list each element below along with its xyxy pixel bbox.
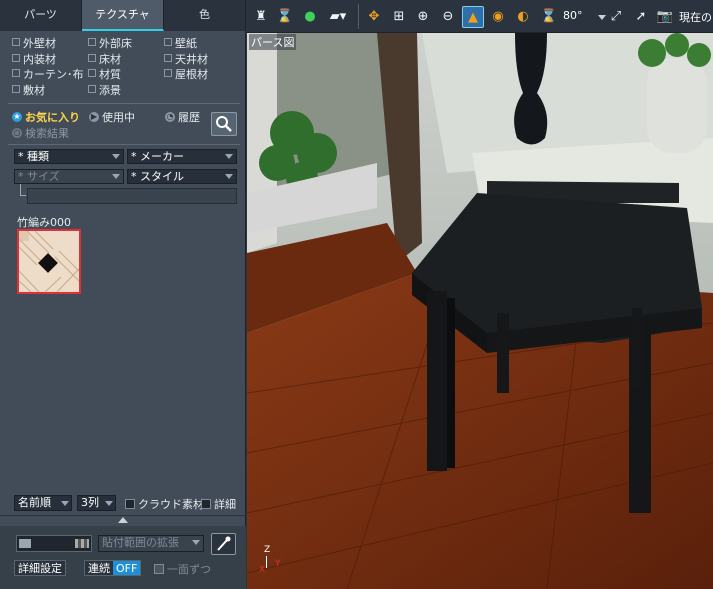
divider [8,144,240,145]
continuous-toggle[interactable]: 連続 OFF [84,560,142,576]
display-mode-icon[interactable]: ▰▾ [324,6,352,28]
category-exterior-wall[interactable]: 外壁材 [12,37,88,52]
category-ceiling[interactable]: 天井材 [164,53,240,68]
type-select[interactable]: * 種類 [14,149,124,164]
category-roof[interactable]: 屋根材 [164,68,240,83]
play-icon: ▶ [89,112,99,122]
search-button[interactable] [211,112,237,136]
current-view-label: 現在の [679,11,712,24]
category-exterior-floor[interactable]: 外部床 [88,37,164,52]
maker-select[interactable]: * メーカー [127,149,237,164]
category-wallpaper[interactable]: 壁紙 [164,37,240,52]
axis-z-line [266,556,267,568]
divider [8,103,240,104]
fov-icon[interactable]: ⌛ [537,6,561,28]
filter-favorites-label: お気に入り [25,111,80,124]
detail-check[interactable]: 詳細 [201,496,236,512]
category-list: 外壁材 外部床 壁紙 内装材 床材 天井材 カーテン･布 材質 屋根材 敷材 添… [12,37,240,98]
checker-icon [75,539,89,548]
category-accessory[interactable]: 添景 [88,84,164,99]
zoom-out-icon[interactable]: ⊖ [437,6,459,28]
filter-history-label: 履歴 [178,111,200,124]
separator [358,4,359,29]
checkbox [125,499,135,509]
search-text-field[interactable] [27,188,237,204]
cloud-material-check[interactable]: クラウド素材 [125,496,204,512]
move-icon[interactable]: ✥ [363,6,385,28]
continuous-state: OFF [113,561,141,575]
axis-x-label: X [259,565,266,575]
camera-icon[interactable]: 📷 [654,6,676,28]
style-select[interactable]: * スタイル [127,169,237,184]
view-toolbar: ♜ ⌛ ● ▰▾ ✥ ⊞ ⊕ ⊖ ▲ ◉ ◐ ⌛ 80° ⤢ ➚ 📷 現在の [247,0,713,33]
filter-search-results[interactable]: ○ 検索結果 [12,125,69,141]
hourglass-icon[interactable]: ⌛ [274,6,296,28]
cloud-material-label: クラウド素材 [138,498,204,511]
perspective-viewport[interactable]: パース図 Z X Y [247,33,713,589]
tab-texture[interactable]: テクスチャ [82,0,164,31]
one-side-check[interactable]: 一面ずつ [154,561,211,577]
lamp-icon[interactable]: ♜ [250,6,272,28]
category-material[interactable]: 材質 [88,68,164,83]
select-cursor-icon[interactable]: ➚ [630,6,652,28]
eyedropper-button[interactable] [211,533,236,555]
history-icon: ◔ [165,112,175,122]
filter-in-use[interactable]: ▶ 使用中 [89,109,135,125]
category-flooring[interactable]: 床材 [88,53,164,68]
detail-settings-button[interactable]: 詳細設定 [14,560,66,576]
panel-tabs: パーツ テクスチャ 色 [0,0,246,31]
eyedropper-icon [217,536,231,551]
search-small-icon: ○ [12,128,22,138]
zoom-window-icon[interactable]: ⊞ [388,6,410,28]
axis-y-label: Y [275,559,281,569]
texture-thumbnail[interactable] [17,229,81,294]
orbit-icon[interactable]: ◉ [487,6,509,28]
magnifier-icon [216,116,232,132]
continuous-label: 連続 [88,562,110,575]
category-interior[interactable]: 内装材 [12,53,88,68]
walk-icon[interactable]: ▲ [462,6,484,28]
filter-in-use-label: 使用中 [102,111,135,124]
zoom-in-icon[interactable]: ⊕ [412,6,434,28]
rotate-icon[interactable]: ◐ [512,6,534,28]
paint-icon[interactable]: ● [299,6,321,28]
category-paving[interactable]: 敷材 [12,84,88,99]
detail-check-label: 詳細 [214,498,236,511]
filter-favorites[interactable]: ★ お気に入り [12,109,80,125]
collapse-arrow-icon[interactable] [118,517,128,523]
fullscreen-icon[interactable]: ⤢ [605,6,627,28]
fov-value[interactable]: 80° [563,9,597,25]
filter-history[interactable]: ◔ 履歴 [165,109,200,125]
sort-select[interactable]: 名前順 [14,495,72,511]
tab-parts[interactable]: パーツ [0,0,82,31]
opacity-slider[interactable] [16,535,92,552]
one-side-label: 一面ずつ [167,563,211,576]
category-curtain[interactable]: カーテン･布 [12,68,88,83]
axis-gizmo: Z X Y [259,545,289,575]
divider [0,515,246,516]
thumbnail-title: 竹編み000 [17,216,71,229]
texture-range-select[interactable]: 貼付範囲の拡張 [98,535,204,552]
star-icon: ★ [12,112,22,122]
scene-render [247,33,713,589]
viewport-label: パース図 [249,34,297,50]
texture-panel: パーツ テクスチャ 色 外壁材 外部床 壁紙 内装材 床材 天井材 カーテン･布… [0,0,246,589]
checkbox [201,499,211,509]
axis-z-label: Z [264,545,271,555]
tab-color[interactable]: 色 [164,0,246,31]
checkbox [154,564,164,574]
bamboo-weave-swatch [19,231,79,292]
filter-search-results-label: 検索結果 [25,127,69,140]
columns-select[interactable]: 3列 [77,495,116,511]
size-select[interactable]: * サイズ [14,169,124,184]
tree-connector [20,184,26,196]
slider-handle[interactable] [19,539,31,548]
